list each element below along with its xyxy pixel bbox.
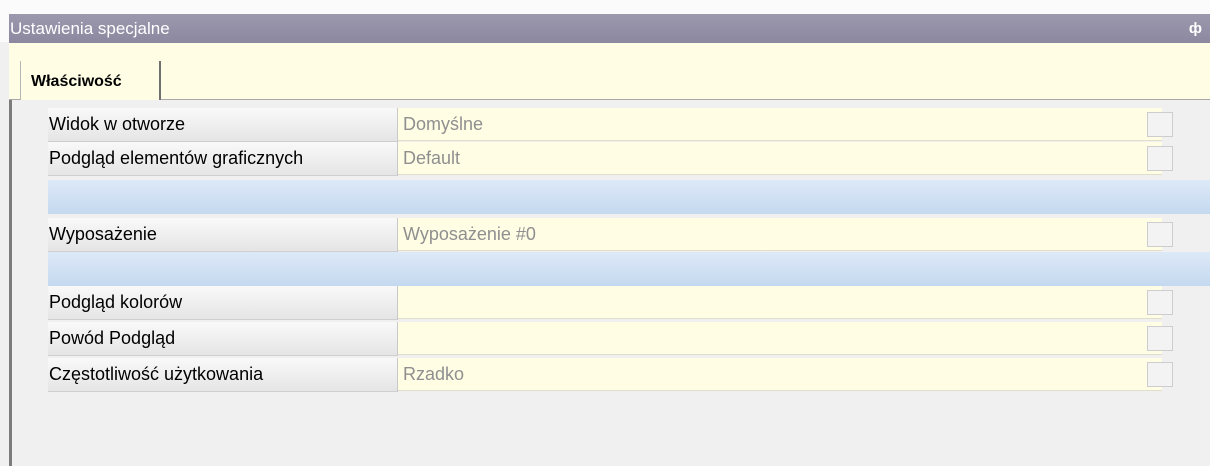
- property-row-czestotliwosc[interactable]: Częstotliwość użytkowania Rzadko: [24, 358, 1174, 392]
- category-row[interactable]: [48, 180, 1210, 214]
- dropdown-button[interactable]: [1147, 222, 1173, 247]
- property-value[interactable]: Wyposażenie #0: [398, 218, 1162, 251]
- property-row-powod-podglad[interactable]: Powód Podgląd: [24, 322, 1174, 356]
- dropdown-button[interactable]: [1147, 112, 1173, 137]
- property-value[interactable]: [398, 322, 1162, 355]
- property-value[interactable]: Rzadko: [398, 358, 1162, 391]
- property-row-wyposazenie[interactable]: Wyposażenie Wyposażenie #0: [24, 218, 1174, 252]
- property-value[interactable]: [398, 286, 1162, 319]
- panel-title: Ustawienia specjalne: [10, 19, 170, 38]
- panel-titlebar: Ustawienia specjalne ф: [0, 0, 1210, 43]
- property-row-widok[interactable]: Widok w otworze Domyślne: [24, 108, 1174, 142]
- dropdown-button[interactable]: [1147, 290, 1173, 315]
- tab-properties[interactable]: Właściwość: [20, 61, 161, 100]
- dropdown-button[interactable]: [1147, 146, 1173, 171]
- property-value[interactable]: Default: [398, 142, 1162, 175]
- dropdown-button[interactable]: [1147, 362, 1173, 387]
- property-label: Widok w otworze: [48, 108, 397, 142]
- tab-strip: Właściwość: [9, 43, 1210, 100]
- property-row-podglad-elementow[interactable]: Podgląd elementów graficznych Default: [24, 142, 1174, 176]
- property-label: Powód Podgląd: [48, 322, 397, 356]
- property-value[interactable]: Domyślne: [398, 108, 1162, 141]
- dropdown-button[interactable]: [1147, 326, 1173, 351]
- pin-icon[interactable]: ф: [1189, 14, 1202, 43]
- property-label: Podgląd kolorów: [48, 286, 397, 320]
- panel-header: Ustawienia specjalne ф: [9, 14, 1210, 43]
- property-row-podglad-kolorow[interactable]: Podgląd kolorów: [24, 286, 1174, 320]
- category-row[interactable]: [48, 252, 1210, 286]
- property-label: Podgląd elementów graficznych: [48, 142, 397, 176]
- property-label: Wyposażenie: [48, 218, 397, 252]
- property-label: Częstotliwość użytkowania: [48, 358, 397, 392]
- panel-left-border: [9, 100, 12, 466]
